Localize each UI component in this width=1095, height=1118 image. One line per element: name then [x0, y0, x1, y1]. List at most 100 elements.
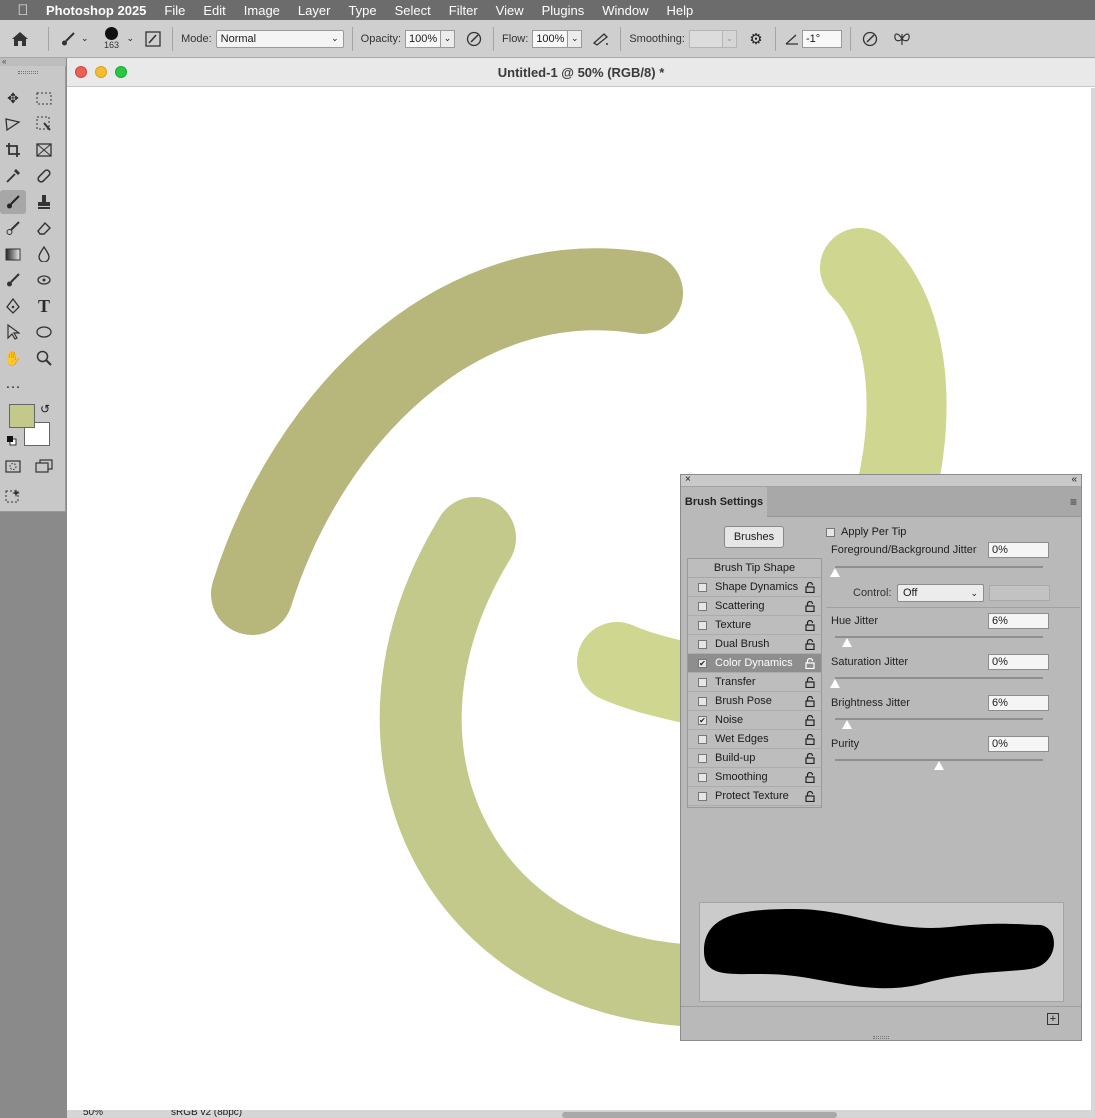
brushes-button[interactable]: Brushes	[724, 526, 784, 548]
brush-option-checkbox[interactable]	[698, 582, 707, 592]
pen-tool-icon[interactable]	[0, 294, 26, 318]
vertical-scrollbar[interactable]	[1091, 88, 1095, 1110]
brush-option-item[interactable]: Transfer	[688, 673, 821, 692]
brush-option-checkbox[interactable]	[698, 620, 707, 630]
zoom-window-button[interactable]	[115, 66, 127, 78]
screen-mode-icon[interactable]	[31, 454, 57, 478]
horizontal-scrollbar[interactable]	[562, 1112, 837, 1118]
brightness-jitter-slider[interactable]	[835, 718, 1043, 720]
angle-field[interactable]: -1°	[801, 29, 842, 48]
quick-mask-icon[interactable]	[0, 454, 26, 478]
purity-field[interactable]: 0%	[988, 736, 1049, 752]
eraser-tool-icon[interactable]	[31, 216, 57, 240]
brush-preset-picker[interactable]: 163	[101, 27, 123, 50]
brush-option-checkbox[interactable]: ✔	[698, 715, 707, 725]
blur-tool-icon[interactable]	[31, 242, 57, 266]
menu-help[interactable]: Help	[667, 3, 694, 18]
menu-select[interactable]: Select	[395, 3, 431, 18]
menu-window[interactable]: Window	[602, 3, 648, 18]
brush-option-checkbox[interactable]	[698, 734, 707, 744]
menu-type[interactable]: Type	[348, 3, 376, 18]
marquee-tool-icon[interactable]	[31, 86, 57, 110]
app-menu[interactable]: Photoshop 2025	[46, 3, 146, 18]
grip-icon[interactable]	[18, 71, 38, 74]
fg-bg-jitter-slider-thumb[interactable]	[830, 568, 840, 577]
smudge-tool-icon[interactable]	[31, 268, 57, 292]
lock-icon[interactable]	[805, 619, 815, 632]
close-window-button[interactable]	[75, 66, 87, 78]
menu-file[interactable]: File	[164, 3, 185, 18]
fg-bg-jitter-field[interactable]: 0%	[988, 542, 1049, 558]
collapse-panel-icon[interactable]: «	[1071, 474, 1077, 485]
mode-select[interactable]: Normal ⌄	[215, 29, 344, 48]
brush-option-checkbox[interactable]	[698, 639, 707, 649]
clone-stamp-tool-icon[interactable]	[31, 190, 57, 214]
lock-icon[interactable]	[805, 714, 815, 727]
history-brush-tool-icon[interactable]	[0, 216, 26, 240]
move-tool-icon[interactable]: ✥	[0, 86, 26, 110]
path-selection-tool-icon[interactable]	[0, 320, 26, 344]
flow-dropdown-icon[interactable]: ⌄	[568, 29, 583, 48]
gear-icon[interactable]: ⚙	[745, 28, 767, 50]
lasso-tool-icon[interactable]	[0, 112, 26, 136]
default-colors-icon[interactable]	[7, 436, 17, 446]
crop-tool-icon[interactable]	[0, 138, 26, 162]
brush-option-checkbox[interactable]	[698, 753, 707, 763]
frame-tool-icon[interactable]	[31, 138, 57, 162]
type-tool-icon[interactable]: T	[31, 294, 57, 318]
brush-option-checkbox[interactable]	[698, 696, 707, 706]
chevron-down-icon[interactable]: ⌄	[127, 33, 135, 44]
brush-tip-shape-item[interactable]: Brush Tip Shape	[688, 559, 821, 578]
brush-settings-toggle-icon[interactable]	[142, 28, 164, 50]
lock-icon[interactable]	[805, 581, 815, 594]
close-panel-icon[interactable]: ×	[685, 474, 691, 485]
brush-option-item[interactable]: Texture	[688, 616, 821, 635]
menu-layer[interactable]: Layer	[298, 3, 331, 18]
pressure-opacity-icon[interactable]	[463, 28, 485, 50]
brush-option-item[interactable]: ✔ Noise	[688, 711, 821, 730]
pressure-size-icon[interactable]	[859, 28, 881, 50]
flow-field[interactable]: 100%	[532, 29, 569, 48]
generative-fill-icon[interactable]	[0, 484, 26, 508]
brush-option-item[interactable]: Scattering	[688, 597, 821, 616]
smoothing-dropdown-icon[interactable]: ⌄	[722, 29, 737, 48]
brush-option-checkbox[interactable]	[698, 772, 707, 782]
brush-option-checkbox[interactable]: ✔	[698, 658, 707, 668]
brightness-jitter-slider-thumb[interactable]	[842, 720, 853, 729]
chevron-down-icon[interactable]: ⌄	[81, 33, 89, 44]
brush-option-checkbox[interactable]	[698, 601, 707, 611]
fg-bg-jitter-slider[interactable]	[835, 566, 1043, 568]
panel-menu-icon[interactable]: ≡	[1070, 495, 1077, 509]
saturation-jitter-slider[interactable]	[835, 677, 1043, 679]
brush-option-item[interactable]: Brush Pose	[688, 692, 821, 711]
brush-option-item[interactable]: Protect Texture	[688, 787, 821, 806]
hue-jitter-slider-thumb[interactable]	[842, 638, 853, 647]
ellipse-tool-icon[interactable]	[31, 320, 57, 344]
airbrush-icon[interactable]	[590, 28, 612, 50]
opacity-dropdown-icon[interactable]: ⌄	[441, 29, 456, 48]
brush-option-item[interactable]: ✔ Color Dynamics	[688, 654, 821, 673]
lock-icon[interactable]	[805, 752, 815, 765]
home-icon[interactable]	[9, 28, 31, 50]
opacity-field[interactable]: 100%	[405, 29, 442, 48]
menu-edit[interactable]: Edit	[203, 3, 225, 18]
healing-brush-tool-icon[interactable]	[31, 164, 57, 188]
brush-tool-icon[interactable]	[0, 190, 26, 214]
lock-icon[interactable]	[805, 638, 815, 651]
lock-icon[interactable]	[805, 771, 815, 784]
saturation-jitter-slider-thumb[interactable]	[830, 679, 840, 688]
lock-icon[interactable]	[805, 733, 815, 746]
foreground-color-swatch[interactable]	[9, 404, 35, 428]
brush-option-item[interactable]: Build-up	[688, 749, 821, 768]
collapse-panel-icon[interactable]: «	[0, 58, 66, 66]
brush-tool-preset-icon[interactable]	[57, 28, 79, 50]
brush-option-item[interactable]: Shape Dynamics	[688, 578, 821, 597]
apply-per-tip-checkbox[interactable]	[826, 527, 835, 537]
minimize-window-button[interactable]	[95, 66, 107, 78]
brush-option-item[interactable]: Smoothing	[688, 768, 821, 787]
brush-option-checkbox[interactable]	[698, 677, 707, 687]
menu-filter[interactable]: Filter	[449, 3, 478, 18]
saturation-jitter-field[interactable]: 0%	[988, 654, 1049, 670]
new-brush-icon[interactable]: +	[1047, 1013, 1059, 1025]
lock-icon[interactable]	[805, 790, 815, 803]
